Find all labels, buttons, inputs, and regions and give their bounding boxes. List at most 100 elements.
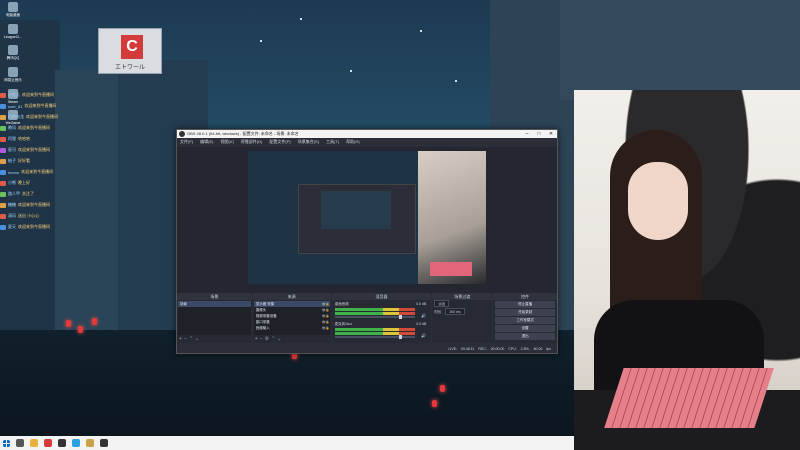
chat-overlay: 小鱼儿 欢迎来到今直播间 user_81 欢迎来到今直播间 白桃乌龙 欢迎来到今直播间 晚风… [0, 90, 105, 250]
search-icon[interactable] [16, 439, 24, 447]
menu-item[interactable]: 配置文件(P) [269, 138, 290, 146]
speaker-icon[interactable]: 🔊 [421, 313, 426, 318]
lantern [78, 326, 83, 333]
control-button[interactable]: 停止直播 [495, 301, 555, 308]
obs-statusbar: LIVE: 00:48:11 REC: 00:00:00 CPU: 2.8%, … [177, 345, 557, 353]
chat-username: 小鱼儿 [8, 92, 20, 97]
desktop-icon[interactable]: LeagueCl... [2, 24, 24, 39]
mixer-channels: 桌面音频 0.0 dB 🔊 麦克风/Aux 0.0 dB 🔊 [333, 301, 431, 341]
scene-list[interactable]: 场景 [178, 301, 251, 335]
chat-message: 晚风 欢迎来到今直播间 [0, 123, 105, 133]
scene-item[interactable]: 场景 [178, 301, 251, 307]
desktop-icon[interactable]: 腾讯QQ [2, 45, 24, 61]
volume-slider-handle[interactable] [398, 315, 402, 319]
mixer-channel: 桌面音频 0.0 dB 🔊 [333, 301, 431, 321]
source-visibility-icons[interactable]: 👁🔒 [322, 325, 330, 331]
speaker-icon[interactable]: 🔊 [421, 333, 426, 338]
desktop-icon-label: LeagueCl... [4, 35, 22, 39]
menu-item[interactable]: 编辑(E) [200, 138, 213, 146]
nested-preview-inner [321, 191, 391, 229]
chat-message: 路人甲 关注了 [0, 189, 105, 199]
menu-item[interactable]: 文件(F) [180, 138, 193, 146]
browser-icon[interactable] [44, 439, 52, 447]
chat-message: 柚子 好好看 [0, 156, 105, 166]
volume-slider-handle[interactable] [398, 335, 402, 339]
obs-icon[interactable] [58, 439, 66, 447]
transition-duration-row: 时长 300 ms [432, 308, 492, 316]
chat-text: 欢迎来到今直播间 [18, 202, 50, 207]
desktop-icon[interactable]: 网易云音乐 [2, 67, 24, 83]
chat-text: 好好看 [18, 158, 30, 163]
game-icon[interactable] [86, 439, 94, 447]
chat-text: 欢迎来到今直播间 [18, 125, 50, 130]
minimize-icon[interactable]: – [521, 130, 533, 138]
transition-type-select[interactable]: 淡出 [434, 300, 450, 307]
scene-name: 场景 [180, 302, 187, 306]
mixer-dock-title: 混音器 [331, 293, 432, 300]
user-badge-icon [0, 92, 6, 98]
chat-username: 柚子 [8, 158, 16, 163]
scenes-dock-toolbar[interactable]: +−⌃⌄ [179, 336, 201, 342]
app-icon [8, 24, 18, 34]
app-icon[interactable] [100, 439, 108, 447]
controls-dock: 控件 停止直播 开始录制 工作室模式 设置 退出 [493, 293, 557, 343]
duration-input[interactable]: 300 ms [445, 308, 465, 315]
mixer-db: 0.0 dB [416, 302, 427, 306]
app-icon [8, 2, 18, 12]
chat-message: momo 欢迎来到今直播间 [0, 167, 105, 177]
user-badge-icon [0, 191, 6, 197]
chat-icon[interactable] [72, 439, 80, 447]
chat-username: 星河 [8, 147, 16, 152]
user-badge-icon [0, 125, 6, 131]
control-button[interactable]: 工作室模式 [495, 317, 555, 324]
obs-docks: 场景 场景 +−⌃⌄ 来源 显示器 采集 👁🔒 摄像头 👁🔒 视频采集设备 👁🔒 窗口采集 👁… [177, 293, 557, 343]
menu-item[interactable]: 视图(V) [220, 138, 233, 146]
source-item[interactable]: 音频输入 👁🔒 [254, 325, 330, 331]
user-badge-icon [0, 180, 6, 186]
level-meter [334, 328, 415, 331]
sign-logo-icon: C [121, 35, 143, 59]
folder-icon[interactable] [30, 439, 38, 447]
obs-titlebar[interactable]: OBS 28.0.1 (64-bit, windows) - 配置文件: 未命名… [177, 130, 557, 138]
nested-preview [298, 184, 416, 254]
chat-text: 晚上好 [18, 180, 30, 185]
rec-timer: REC: 00:00:00 [478, 347, 505, 351]
user-badge-icon [0, 169, 6, 175]
chat-username: 糖糖 [8, 202, 16, 207]
volume-slider[interactable] [334, 315, 415, 319]
menu-item[interactable]: 场景集合(S) [298, 138, 319, 146]
shop-sign: C エトワール [98, 28, 162, 74]
lantern [432, 400, 437, 407]
source-list[interactable]: 显示器 采集 👁🔒 摄像头 👁🔒 视频采集设备 👁🔒 窗口采集 👁🔒 音频输入 👁🔒 [253, 301, 330, 335]
desktop-icon[interactable]: 电脑桌面 [2, 2, 24, 18]
control-button[interactable]: 设置 [495, 325, 555, 332]
cpu-fps: CPU: 2.8%, 60.00 fps [508, 347, 551, 351]
obs-window[interactable]: OBS 28.0.1 (64-bit, windows) - 配置文件: 未命名… [176, 129, 558, 354]
chat-text: 欢迎来到今直播间 [22, 92, 54, 97]
mixer-channel-name: 桌面音频 [334, 302, 349, 306]
duration-label: 时长 [434, 310, 442, 314]
user-badge-icon [0, 136, 6, 142]
menu-item[interactable]: 工具(T) [326, 138, 339, 146]
menu-item[interactable]: 停靠部件(D) [241, 138, 263, 146]
chat-message: 糖糖 欢迎来到今直播间 [0, 200, 105, 210]
preview-keyboard [430, 262, 472, 276]
menu-item[interactable]: 帮助(H) [346, 138, 360, 146]
chat-username: 路人甲 [8, 191, 20, 196]
control-button[interactable]: 开始录制 [495, 309, 555, 316]
preview-canvas[interactable] [248, 151, 486, 284]
star [260, 40, 262, 42]
sources-dock-toolbar[interactable]: +−⚙⌃⌄ [255, 336, 284, 342]
start-icon[interactable] [3, 439, 10, 447]
chat-text: 欢迎来到今直播间 [18, 147, 50, 152]
close-icon[interactable]: ✕ [545, 130, 557, 138]
maximize-icon[interactable]: □ [533, 130, 545, 138]
app-icon [8, 45, 18, 55]
control-button[interactable]: 退出 [495, 333, 555, 340]
sign-text: エトワール [114, 65, 145, 71]
volume-slider[interactable] [334, 335, 415, 339]
lantern [440, 385, 445, 392]
obs-preview[interactable] [177, 147, 557, 295]
chat-text: 欢迎来到今直播间 [18, 224, 50, 229]
keyboard [604, 368, 774, 428]
